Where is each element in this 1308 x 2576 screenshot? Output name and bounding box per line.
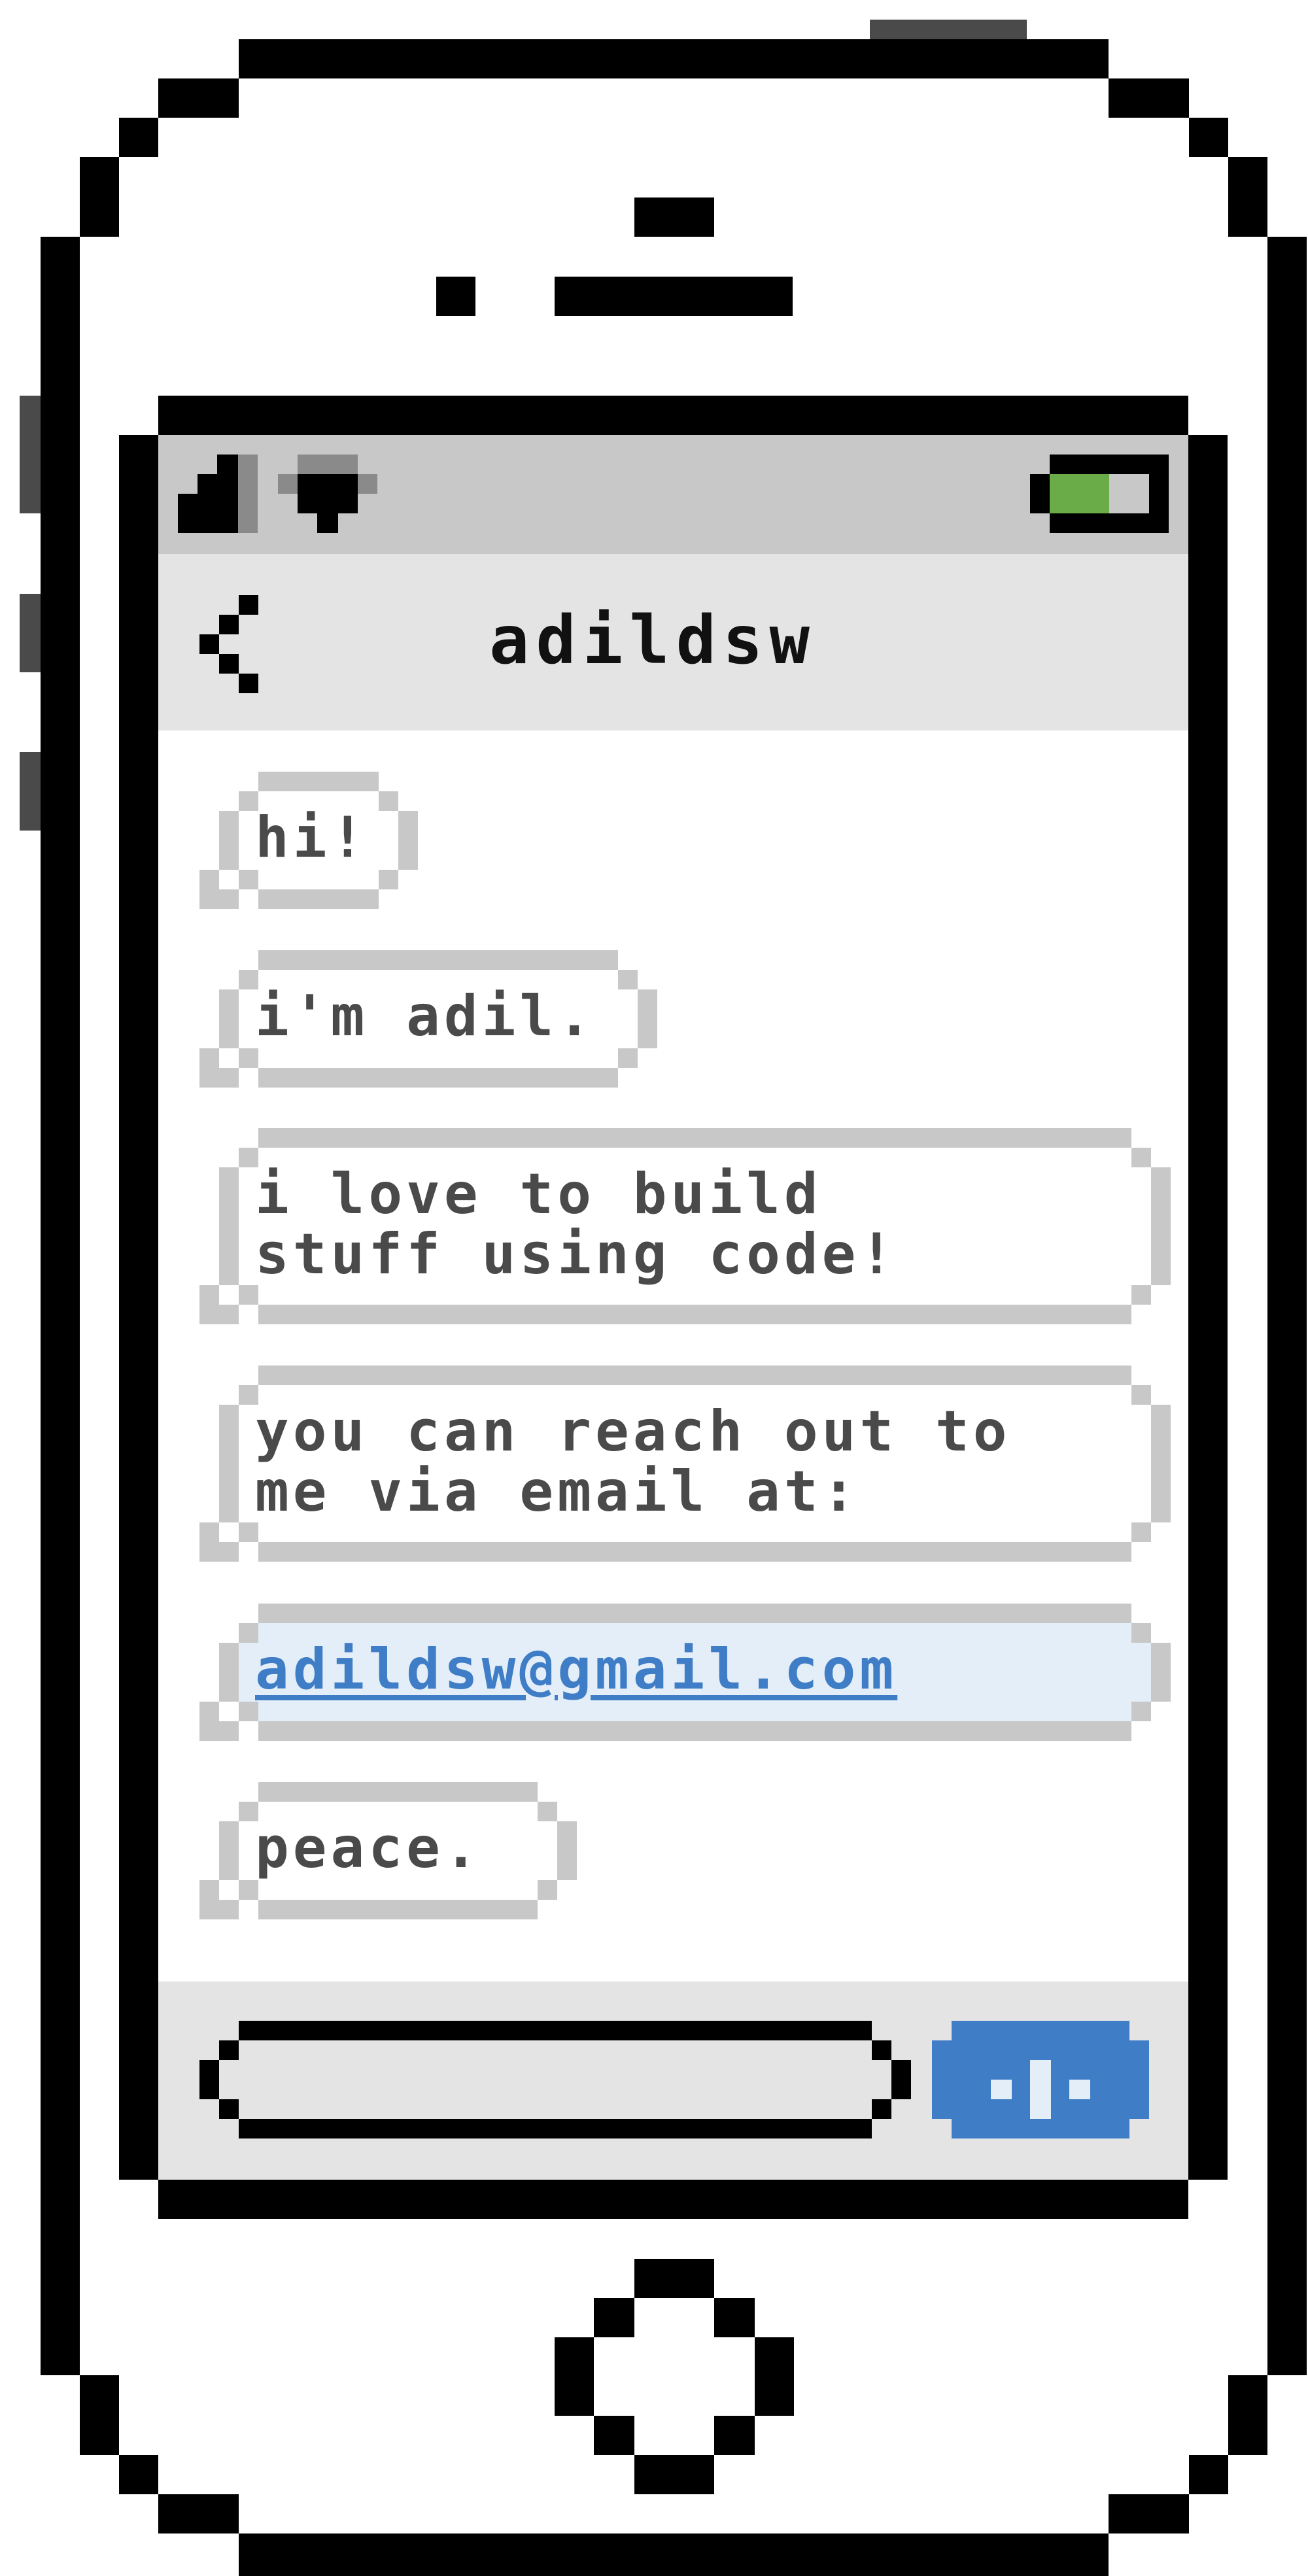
message-input[interactable] — [243, 2043, 867, 2116]
volume-up-button — [20, 594, 41, 672]
messages-bg — [158, 730, 1188, 1982]
message-text: peace. — [255, 1815, 482, 1881]
message-text: i'm adil. — [255, 984, 595, 1049]
phone-frame — [20, 20, 1307, 2576]
message-text: i love to build stuff using code! — [255, 1161, 898, 1287]
proximity-sensor — [436, 277, 475, 316]
back-button[interactable] — [190, 589, 275, 700]
volume-switch — [20, 396, 41, 513]
status-bar-bg — [158, 435, 1188, 554]
send-button[interactable] — [932, 2021, 1149, 2138]
speaker-grille — [555, 277, 793, 316]
message-text: you can reach out to me via email at: — [255, 1399, 1011, 1524]
volume-down-button — [20, 752, 41, 831]
message-text: hi! — [255, 805, 369, 870]
home-button-icon[interactable] — [555, 2259, 794, 2494]
front-camera — [634, 197, 714, 237]
conversation-title: adildsw — [489, 602, 816, 679]
chevron-left-icon — [199, 595, 258, 693]
email-link[interactable]: adildsw@gmail.com — [255, 1640, 1154, 1700]
